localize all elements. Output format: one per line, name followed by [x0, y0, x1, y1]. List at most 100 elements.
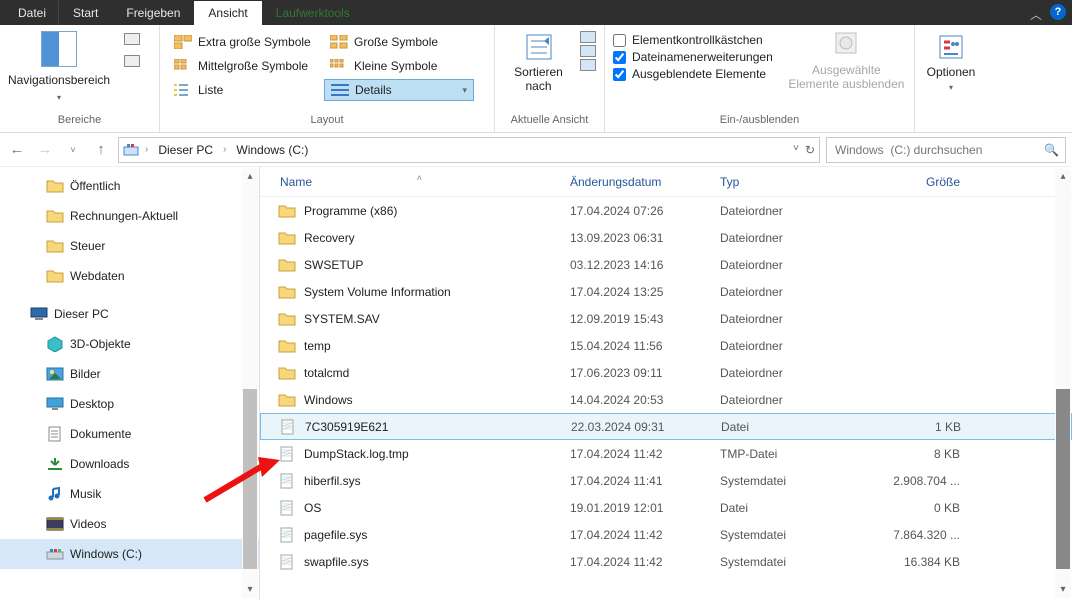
folder-icon: [278, 392, 296, 408]
folder-icon: [46, 208, 64, 224]
file-name: temp: [304, 339, 570, 353]
file-name: pagefile.sys: [304, 528, 570, 542]
list-scrollbar[interactable]: ▴ ▾: [1055, 169, 1071, 598]
group-label-bereiche: Bereiche: [8, 114, 151, 130]
file-size: 16.384 KB: [870, 555, 970, 569]
tree-item[interactable]: Bilder: [0, 359, 259, 389]
file-row[interactable]: swapfile.sys17.04.2024 11:42Systemdatei1…: [260, 548, 1072, 575]
file-row[interactable]: DumpStack.log.tmp17.04.2024 11:42TMP-Dat…: [260, 440, 1072, 467]
file-row[interactable]: SWSETUP03.12.2023 14:16Dateiordner: [260, 251, 1072, 278]
tab-ansicht[interactable]: Ansicht: [194, 1, 261, 25]
ribbon: Navigationsbereich ▾ Bereiche Extra groß…: [0, 25, 1072, 133]
tree-item[interactable]: Dieser PC: [0, 299, 259, 329]
checkbox-item-checkboxes[interactable]: Elementkontrollkästchen: [613, 33, 773, 47]
tree-item[interactable]: Downloads: [0, 449, 259, 479]
file-row[interactable]: hiberfil.sys17.04.2024 11:41Systemdatei2…: [260, 467, 1072, 494]
tree-item[interactable]: Musik: [0, 479, 259, 509]
file-modified: 17.04.2024 07:26: [570, 204, 720, 218]
options-button[interactable]: Optionen ▾: [923, 29, 979, 92]
breadcrumb-drive-c[interactable]: Windows (C:): [232, 143, 312, 157]
checkbox-file-extensions[interactable]: Dateinamenerweiterungen: [613, 50, 773, 64]
col-size[interactable]: Größe: [870, 175, 970, 189]
file-name: SWSETUP: [304, 258, 570, 272]
col-mod[interactable]: Änderungsdatum: [570, 175, 720, 189]
tree-item[interactable]: 3D-Objekte: [0, 329, 259, 359]
breadcrumb-this-pc[interactable]: Dieser PC: [154, 143, 217, 157]
address-dropdown-icon[interactable]: ˅: [793, 143, 799, 157]
search-icon[interactable]: 🔍: [1044, 143, 1059, 157]
layout-list[interactable]: Liste: [168, 79, 318, 101]
tree-scrollbar[interactable]: ▴ ▾: [242, 169, 258, 598]
desktop-icon: [46, 396, 64, 412]
tab-laufwerktools[interactable]: Laufwerktools: [262, 1, 364, 25]
file-row[interactable]: OS19.01.2019 12:01Datei0 KB: [260, 494, 1072, 521]
col-type[interactable]: Typ: [720, 175, 870, 189]
scroll-down-icon[interactable]: ▾: [242, 582, 258, 598]
file-row[interactable]: Windows14.04.2024 20:53Dateiordner: [260, 386, 1072, 413]
scroll-up-icon[interactable]: ▴: [1055, 169, 1071, 185]
file-menu[interactable]: Datei: [6, 1, 59, 25]
content-area: Öffentlich Rechnungen-Aktuell Steuer Webdat…: [0, 167, 1072, 600]
folder-icon: [46, 268, 64, 284]
file-row[interactable]: Recovery13.09.2023 06:31Dateiordner: [260, 224, 1072, 251]
col-name[interactable]: Name˄: [260, 175, 570, 189]
breadcrumb-sep-icon[interactable]: ›: [143, 144, 150, 155]
breadcrumb-sep-icon[interactable]: ›: [221, 144, 228, 155]
tree-item[interactable]: Videos: [0, 509, 259, 539]
file-row[interactable]: totalcmd17.06.2023 09:11Dateiordner: [260, 359, 1072, 386]
folder-icon: [278, 230, 296, 246]
size-columns-icon[interactable]: [580, 59, 596, 71]
tree-item-label: Webdaten: [70, 269, 125, 283]
search-input[interactable]: [833, 142, 1059, 158]
navigation-pane-button[interactable]: Navigationsbereich ▾: [8, 31, 110, 102]
back-button[interactable]: ←: [6, 139, 28, 161]
file-size: 8 KB: [870, 447, 970, 461]
file-row[interactable]: pagefile.sys17.04.2024 11:42Systemdatei7…: [260, 521, 1072, 548]
checkbox-hidden-items[interactable]: Ausgeblendete Elemente: [613, 67, 773, 81]
tree-item[interactable]: Webdaten: [0, 261, 259, 291]
tree-item[interactable]: Rechnungen-Aktuell: [0, 201, 259, 231]
folder-icon: [278, 365, 296, 381]
scroll-up-icon[interactable]: ▴: [242, 169, 258, 185]
add-columns-icon[interactable]: [580, 45, 596, 57]
file-modified: 17.04.2024 13:25: [570, 285, 720, 299]
tree-item[interactable]: Steuer: [0, 231, 259, 261]
refresh-icon[interactable]: ↻: [805, 143, 815, 157]
tree-item[interactable]: Dokumente: [0, 419, 259, 449]
layout-gallery[interactable]: Extra große Symbole Große Symbole Mittel…: [168, 29, 486, 101]
up-button[interactable]: ↑: [90, 139, 112, 161]
preview-pane-icon[interactable]: [124, 33, 140, 45]
tree-item-label: Öffentlich: [70, 179, 120, 193]
sort-button[interactable]: Sortieren nach: [503, 29, 574, 93]
tree-item[interactable]: Windows (C:): [0, 539, 259, 569]
history-dropdown[interactable]: ˅: [62, 139, 84, 161]
tree-item[interactable]: Öffentlich: [0, 171, 259, 201]
layout-medium[interactable]: Mittelgroße Symbole: [168, 55, 318, 77]
details-pane-icon[interactable]: [124, 55, 140, 67]
tab-freigeben[interactable]: Freigeben: [112, 1, 194, 25]
file-row[interactable]: Programme (x86)17.04.2024 07:26Dateiordn…: [260, 197, 1072, 224]
scroll-down-icon[interactable]: ▾: [1055, 582, 1071, 598]
column-headers[interactable]: Name˄ Änderungsdatum Typ Größe: [260, 167, 1072, 197]
layout-details[interactable]: Details▾: [324, 79, 474, 101]
layout-extra-large[interactable]: Extra große Symbole: [168, 31, 318, 53]
group-by-icon[interactable]: [580, 31, 596, 43]
file-row[interactable]: System Volume Information17.04.2024 13:2…: [260, 278, 1072, 305]
downloads-icon: [46, 456, 64, 472]
file-row[interactable]: 7C305919E62122.03.2024 09:31Datei1 KB: [260, 413, 1072, 440]
forward-button[interactable]: →: [34, 139, 56, 161]
tab-start[interactable]: Start: [59, 1, 112, 25]
breadcrumb-bar[interactable]: › Dieser PC › Windows (C:) ˅ ↻: [118, 137, 820, 163]
tree-item-label: Rechnungen-Aktuell: [70, 209, 178, 223]
help-icon[interactable]: ?: [1050, 4, 1066, 20]
tree-item[interactable]: Desktop: [0, 389, 259, 419]
minimize-ribbon-icon[interactable]: ︿: [1030, 6, 1042, 23]
file-name: swapfile.sys: [304, 555, 570, 569]
layout-large[interactable]: Große Symbole: [324, 31, 474, 53]
file-row[interactable]: SYSTEM.SAV12.09.2019 15:43Dateiordner: [260, 305, 1072, 332]
layout-small[interactable]: Kleine Symbole: [324, 55, 474, 77]
navigation-tree[interactable]: Öffentlich Rechnungen-Aktuell Steuer Webdat…: [0, 167, 260, 600]
search-box[interactable]: 🔍: [826, 137, 1066, 163]
file-list[interactable]: Name˄ Änderungsdatum Typ Größe Programme…: [260, 167, 1072, 600]
file-row[interactable]: temp15.04.2024 11:56Dateiordner: [260, 332, 1072, 359]
